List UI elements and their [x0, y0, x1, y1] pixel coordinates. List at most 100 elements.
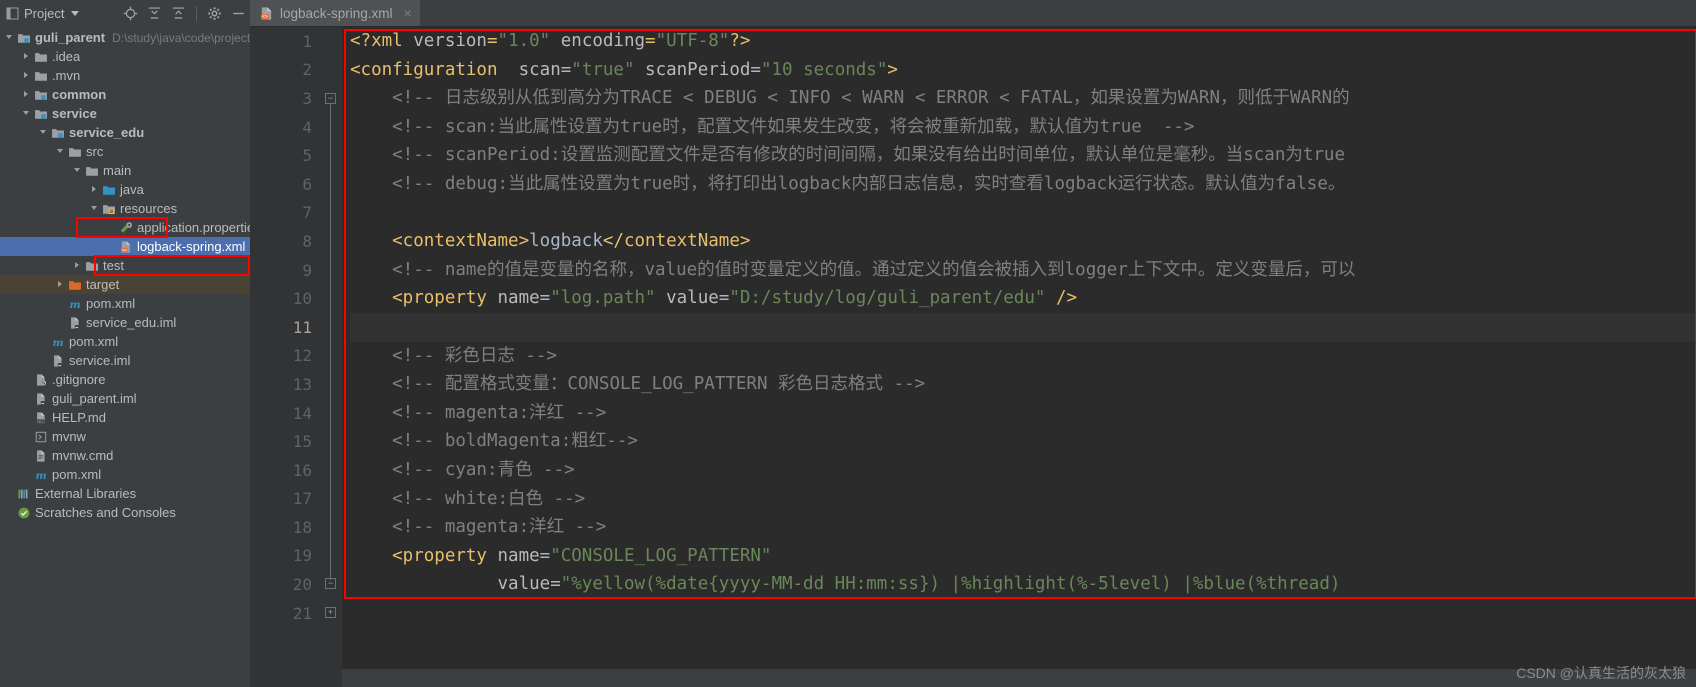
tree-item-application-properties[interactable]: application.properties: [0, 218, 250, 237]
code-content-area[interactable]: <?xml version="1.0" encoding="UTF-8"?> <c…: [342, 27, 1696, 687]
code-line-3[interactable]: <!-- 日志级别从低到高分为TRACE < DEBUG < INFO < WA…: [350, 84, 1696, 113]
settings-gear-icon[interactable]: [207, 6, 222, 21]
code-line-12[interactable]: <!-- 彩色日志 -->: [350, 342, 1696, 371]
code-token-cmt: <!-- debug:当此属性设置为true时，将打印出logback内部日志信…: [350, 173, 1346, 194]
tree-item-java[interactable]: java: [0, 180, 250, 199]
code-token-attr: version: [413, 31, 487, 51]
tree-item-guli-parent[interactable]: guli_parent D:\study\java\code\project\gu…: [0, 28, 250, 47]
tree-item-pom-xml[interactable]: m pom.xml: [0, 294, 250, 313]
line-number-17[interactable]: 17: [250, 485, 342, 514]
chevron-right-icon[interactable]: [91, 185, 100, 194]
tree-item--idea[interactable]: .idea: [0, 47, 250, 66]
code-line-21[interactable]: [350, 599, 1696, 628]
tree-item-guli-parent-iml[interactable]: guli_parent.iml: [0, 389, 250, 408]
tree-item-test[interactable]: test: [0, 256, 250, 275]
code-line-9[interactable]: <!-- name的值是变量的名称，value的值时变量定义的值。通过定义的值会…: [350, 256, 1696, 285]
line-number-13[interactable]: 13: [250, 370, 342, 399]
line-number-5[interactable]: 5: [250, 141, 342, 170]
code-line-19[interactable]: <property name="CONSOLE_LOG_PATTERN": [350, 542, 1696, 571]
chevron-right-icon[interactable]: [23, 71, 32, 80]
tree-item-mvnw[interactable]: mvnw: [0, 427, 250, 446]
tree-item-service-edu[interactable]: service_edu: [0, 123, 250, 142]
chevron-down-icon[interactable]: [23, 109, 32, 118]
chevron-down-icon[interactable]: [40, 128, 49, 137]
code-line-8[interactable]: <contextName>logback</contextName>: [350, 227, 1696, 256]
tree-item-label: common: [52, 86, 107, 102]
tree-item-service-edu-iml[interactable]: service_edu.iml: [0, 313, 250, 332]
tree-item-pom-xml[interactable]: m pom.xml: [0, 332, 250, 351]
line-number-7[interactable]: 7: [250, 199, 342, 228]
line-number-9[interactable]: 9: [250, 256, 342, 285]
iml-file-icon: [71, 316, 79, 329]
code-line-13[interactable]: <!-- 配置格式变量：CONSOLE_LOG_PATTERN 彩色日志格式 -…: [350, 370, 1696, 399]
line-number-15[interactable]: 15: [250, 427, 342, 456]
line-number-16[interactable]: 16: [250, 456, 342, 485]
chevron-down-icon[interactable]: [74, 166, 83, 175]
code-line-20[interactable]: value="%yellow(%date{yyyy-MM-dd HH:mm:ss…: [350, 570, 1696, 599]
tree-item-target[interactable]: target: [0, 275, 250, 294]
editor-gutter[interactable]: 1 2 3 4 5 6 7 8 9 10 11 12 13 14 15 16 17 18 19 20 21 − − +: [250, 27, 342, 687]
chevron-right-icon[interactable]: [57, 280, 66, 289]
line-number-18[interactable]: 18: [250, 513, 342, 542]
chevron-right-icon[interactable]: [23, 90, 32, 99]
line-number-12[interactable]: 12: [250, 342, 342, 371]
tree-item-resources[interactable]: resources: [0, 199, 250, 218]
tree-item-external-libraries[interactable]: External Libraries: [0, 484, 250, 503]
collapse-all-icon[interactable]: [147, 6, 162, 21]
tree-item-service[interactable]: service: [0, 104, 250, 123]
code-line-4[interactable]: <!-- scan:当此属性设置为true时，配置文件如果发生改变，将会被重新加…: [350, 113, 1696, 142]
tree-item-scratches-and-consoles[interactable]: Scratches and Consoles: [0, 503, 250, 522]
code-line-11[interactable]: [350, 312, 1696, 342]
fold-marker-line-20[interactable]: +: [325, 607, 336, 618]
fold-marker-line-2[interactable]: −: [325, 93, 336, 104]
chevron-down-icon[interactable]: [57, 147, 66, 156]
line-number-10[interactable]: 10: [250, 284, 342, 313]
project-tree[interactable]: guli_parent D:\study\java\code\project\gu…: [0, 27, 250, 687]
code-line-15[interactable]: <!-- boldMagenta:粗红-->: [350, 427, 1696, 456]
line-number-4[interactable]: 4: [250, 113, 342, 142]
code-line-6[interactable]: <!-- debug:当此属性设置为true时，将打印出logback内部日志信…: [350, 170, 1696, 199]
tree-item-service-iml[interactable]: service.iml: [0, 351, 250, 370]
line-number-11[interactable]: 11: [250, 313, 342, 342]
tree-item--mvn[interactable]: .mvn: [0, 66, 250, 85]
line-number-8[interactable]: 8: [250, 227, 342, 256]
code-line-17[interactable]: <!-- white:白色 -->: [350, 485, 1696, 514]
code-line-10[interactable]: <property name="log.path" value="D:/stud…: [350, 284, 1696, 313]
code-line-16[interactable]: <!-- cyan:青色 -->: [350, 456, 1696, 485]
code-line-5[interactable]: <!-- scanPeriod:设置监测配置文件是否有修改的时间间隔，如果没有给…: [350, 141, 1696, 170]
line-number-2[interactable]: 2: [250, 56, 342, 85]
chevron-right-icon[interactable]: [74, 261, 83, 270]
expand-all-icon[interactable]: [171, 6, 186, 21]
line-number-1[interactable]: 1: [250, 27, 342, 56]
line-number-14[interactable]: 14: [250, 399, 342, 428]
chevron-right-icon[interactable]: [23, 52, 32, 61]
sources-folder-icon: [103, 185, 115, 195]
tree-item-logback-spring-xml[interactable]: <> logback-spring.xml: [0, 237, 250, 256]
tree-item-pom-xml[interactable]: m pom.xml: [0, 465, 250, 484]
tree-item-src[interactable]: src: [0, 142, 250, 161]
tree-item-common[interactable]: common: [0, 85, 250, 104]
code-line-2[interactable]: <configuration scan="true" scanPeriod="1…: [350, 56, 1696, 85]
tree-item-main[interactable]: main: [0, 161, 250, 180]
line-number-19[interactable]: 19: [250, 542, 342, 571]
fold-marker-line-19[interactable]: −: [325, 578, 336, 589]
tree-item-mvnw-cmd[interactable]: mvnw.cmd: [0, 446, 250, 465]
maven-icon: m: [52, 337, 63, 349]
tree-item-help-md[interactable]: MD HELP.md: [0, 408, 250, 427]
editor-tab-logback-spring-xml[interactable]: <> logback-spring.xml ×: [250, 0, 420, 26]
chevron-down-icon[interactable]: [91, 204, 100, 213]
code-line-7[interactable]: [350, 199, 1696, 228]
line-number-6[interactable]: 6: [250, 170, 342, 199]
code-editor[interactable]: 1 2 3 4 5 6 7 8 9 10 11 12 13 14 15 16 17 18 19 20 21 − − + …: [250, 27, 1696, 687]
code-line-14[interactable]: <!-- magenta:洋红 -->: [350, 399, 1696, 428]
chevron-down-icon[interactable]: [6, 33, 15, 42]
locate-icon[interactable]: [123, 6, 138, 21]
tree-item--gitignore[interactable]: .gitignore: [0, 370, 250, 389]
code-token-attr: name: [486, 288, 540, 309]
code-line-18[interactable]: <!-- magenta:洋红 -->: [350, 513, 1696, 542]
chevron-down-icon[interactable]: [71, 11, 80, 16]
code-line-1[interactable]: <?xml version="1.0" encoding="UTF-8"?>: [350, 27, 1696, 56]
close-icon[interactable]: ×: [404, 6, 412, 20]
hide-window-icon[interactable]: [231, 6, 246, 21]
project-tool-window-title-button[interactable]: Project: [4, 6, 81, 21]
